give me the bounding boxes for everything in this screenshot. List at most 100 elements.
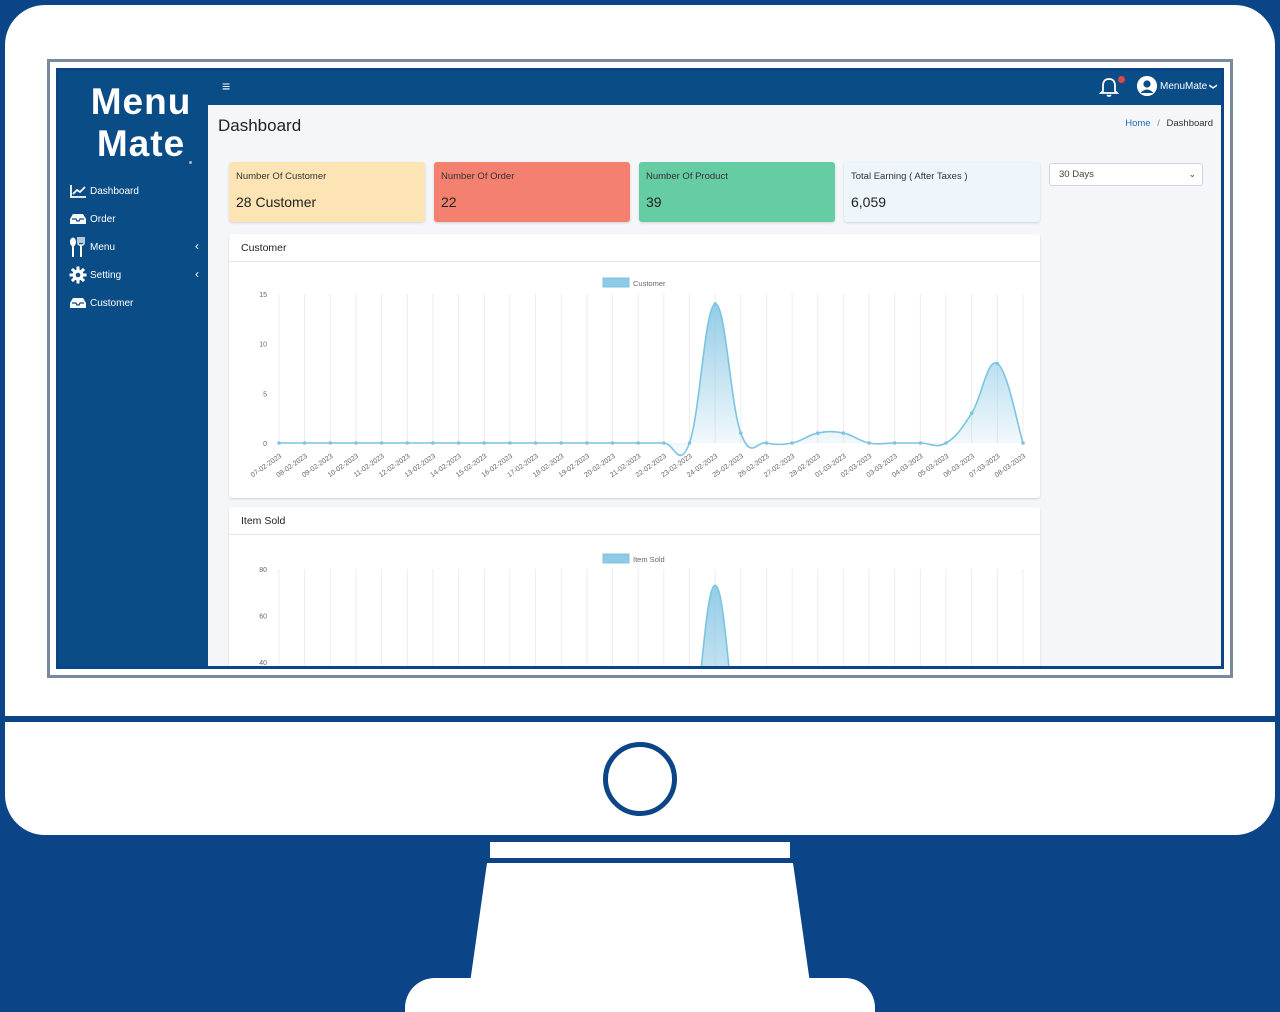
user-name: MenuMate [1160, 80, 1208, 92]
stat-card-earning[interactable]: Total Earning ( After Taxes ) 6,059 [844, 162, 1040, 222]
chevron-down-icon: ⌄ [1188, 169, 1196, 179]
stat-card-customers[interactable]: Number Of Customer 28 Customer [229, 162, 425, 222]
data-point[interactable] [354, 441, 358, 445]
data-point[interactable] [277, 441, 281, 445]
data-point[interactable] [585, 441, 589, 445]
chevron-down-icon: ❯ [1209, 82, 1219, 90]
data-point[interactable] [764, 441, 769, 445]
sidebar-item-setting[interactable]: Setting ‹ [69, 261, 199, 289]
sidebar: Menu Mate Dashboard Order Menu ‹ Setting… [59, 71, 208, 666]
sidebar-item-order[interactable]: Order [69, 205, 199, 233]
screen: Menu Mate Dashboard Order Menu ‹ Setting… [56, 68, 1224, 669]
monitor-stand [470, 863, 810, 983]
customer-chart-panel: Customer 0 5 10 15 Customer 07-02-2023 08-02-2… [229, 234, 1040, 498]
data-point[interactable] [918, 441, 923, 445]
data-point[interactable] [1021, 441, 1025, 445]
breadcrumb-current: Dashboard [1166, 118, 1213, 129]
data-point[interactable] [508, 441, 512, 445]
data-point[interactable] [328, 441, 333, 445]
screen-bezel: Menu Mate Dashboard Order Menu ‹ Setting… [47, 59, 1233, 678]
legend-swatch [602, 553, 630, 564]
data-point[interactable] [687, 441, 692, 445]
data-point[interactable] [995, 361, 1000, 366]
data-point[interactable] [405, 441, 410, 445]
y-tick-label: 5 [263, 391, 267, 398]
breadcrumb: Home / Dashboard [1125, 118, 1213, 129]
data-point[interactable] [482, 441, 487, 445]
data-point[interactable] [456, 441, 461, 445]
series-area [701, 585, 729, 666]
y-tick-label: 60 [259, 614, 267, 621]
series-line [700, 584, 730, 666]
stat-value: 28 Customer [236, 194, 317, 210]
legend-label[interactable]: Item Sold [633, 555, 665, 564]
utensils-icon [69, 237, 87, 257]
sidebar-item-label: Setting [90, 269, 122, 281]
data-point[interactable] [790, 441, 794, 445]
power-button-icon [603, 742, 677, 816]
hamburger-menu-icon[interactable]: ≡ [222, 78, 230, 94]
monitor-bezel-line [5, 716, 1275, 722]
data-point[interactable] [713, 302, 717, 306]
notification-badge [1118, 76, 1125, 83]
data-point[interactable] [379, 441, 384, 445]
sidebar-item-label: Order [90, 213, 116, 225]
series-line [278, 303, 1024, 457]
stat-value: 39 [646, 194, 662, 210]
avatar [1137, 76, 1157, 96]
sidebar-item-menu[interactable]: Menu ‹ [69, 233, 199, 261]
item-sold-chart: 40 60 80 Item Sold [259, 553, 1024, 667]
notification-bell-icon[interactable] [1098, 76, 1120, 98]
sidebar-item-label: Menu [90, 241, 116, 253]
data-point[interactable] [636, 441, 640, 445]
panel-title: Item Sold [229, 507, 1040, 535]
sidebar-nav: Dashboard Order Menu ‹ Setting ‹ Custome… [69, 177, 199, 317]
stat-label: Number Of Order [441, 171, 515, 182]
chart-line-icon [69, 183, 87, 199]
stat-card-orders[interactable]: Number Of Order 22 [434, 162, 630, 222]
brand-logo[interactable]: Menu Mate [81, 81, 201, 165]
stat-label: Total Earning ( After Taxes ) [851, 171, 968, 182]
brand-line-2: Mate [96, 123, 186, 164]
date-range-select[interactable]: 30 Days ⌄ [1049, 163, 1203, 186]
sidebar-item-label: Dashboard [90, 185, 139, 197]
sidebar-item-customer[interactable]: Customer [69, 289, 199, 317]
user-menu[interactable]: MenuMate ❯ [1137, 76, 1219, 96]
main-content: Dashboard Home / Dashboard Number Of Cus… [208, 105, 1221, 666]
breadcrumb-home-link[interactable]: Home [1125, 118, 1150, 129]
series-area [279, 303, 1023, 456]
customer-chart: 051015Customer07-02-202308-02-202309-02-… [250, 277, 1027, 479]
tray-icon [69, 295, 87, 311]
data-point[interactable] [738, 431, 743, 435]
chevron-left-icon: ‹ [195, 239, 199, 253]
y-tick-label: 10 [259, 342, 267, 349]
data-point[interactable] [892, 441, 897, 445]
stat-card-products[interactable]: Number Of Product 39 [639, 162, 835, 222]
sidebar-item-dashboard[interactable]: Dashboard [69, 177, 199, 205]
data-point[interactable] [944, 441, 948, 445]
stat-value: 6,059 [851, 194, 887, 210]
data-point[interactable] [559, 441, 564, 445]
data-point[interactable] [302, 441, 307, 445]
date-range-value: 30 Days [1059, 169, 1094, 180]
stat-label: Number Of Product [646, 171, 728, 182]
data-point[interactable] [969, 411, 974, 415]
data-point[interactable] [841, 431, 846, 435]
data-point[interactable] [662, 441, 666, 445]
data-point[interactable] [867, 441, 871, 445]
y-tick-label: 80 [259, 567, 267, 574]
data-point[interactable] [431, 441, 435, 445]
data-point[interactable] [815, 431, 820, 435]
data-point[interactable] [610, 441, 615, 445]
y-tick-label: 40 [259, 660, 267, 667]
y-tick-label: 15 [259, 292, 267, 299]
monitor-neck [490, 842, 790, 858]
monitor-base [405, 978, 875, 1012]
sidebar-item-label: Customer [90, 297, 134, 309]
legend-label[interactable]: Customer [633, 279, 666, 288]
panel-title: Customer [229, 234, 1040, 262]
legend-swatch [602, 277, 630, 288]
data-point[interactable] [533, 441, 538, 445]
topbar: ≡ MenuMate ❯ [208, 71, 1221, 105]
gear-icon [69, 266, 87, 284]
